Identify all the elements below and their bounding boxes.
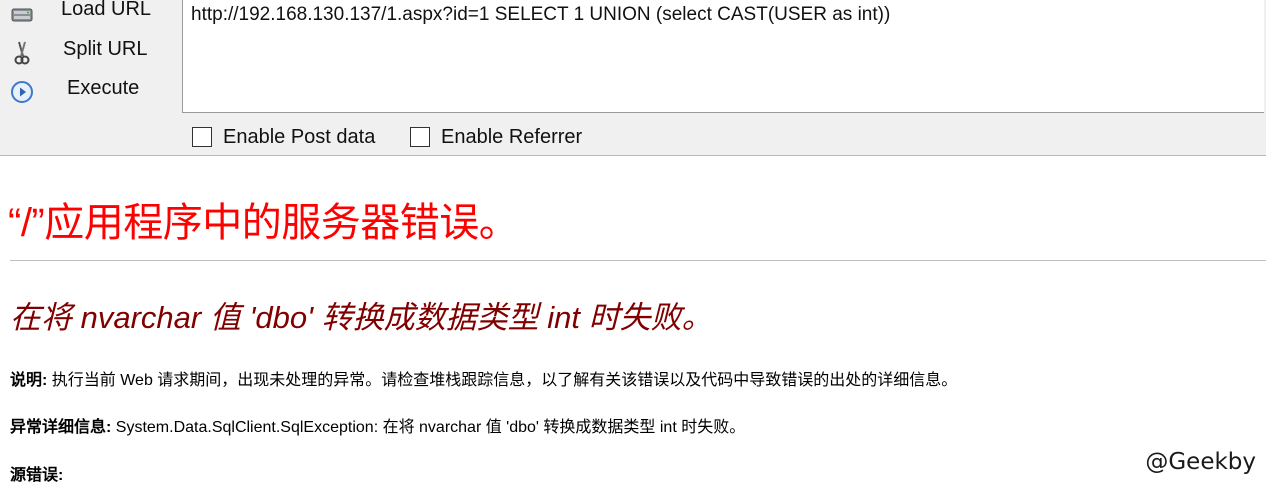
load-url-button[interactable]: Load URL bbox=[0, 0, 180, 30]
load-url-icon bbox=[9, 0, 35, 26]
url-value: http://192.168.130.137/1.aspx?id=1 SELEC… bbox=[191, 4, 891, 25]
play-icon bbox=[9, 79, 35, 105]
exception-details-paragraph: 异常详细信息: System.Data.SqlClient.SqlExcepti… bbox=[10, 413, 745, 437]
load-url-label: Load URL bbox=[61, 0, 152, 20]
hackbar-toolbar: Load URL Split URL Execute http://192.16… bbox=[0, 0, 1266, 156]
url-textarea[interactable]: http://192.168.130.137/1.aspx?id=1 SELEC… bbox=[182, 0, 1264, 113]
referrer-label: Enable Referrer bbox=[441, 126, 583, 148]
source-error-heading: 源错误: bbox=[10, 461, 63, 485]
execute-button[interactable]: Execute bbox=[0, 73, 180, 109]
source-error-label: 源错误: bbox=[10, 467, 64, 484]
description-paragraph: 说明: 执行当前 Web 请求期间，出现未处理的异常。请检查堆栈跟踪信息，以了解… bbox=[10, 366, 957, 390]
description-text: 执行当前 Web 请求期间，出现未处理的异常。请检查堆栈跟踪信息，以了解有关该错… bbox=[47, 372, 958, 389]
split-url-button[interactable]: Split URL bbox=[0, 34, 180, 70]
divider bbox=[10, 260, 1266, 261]
exception-label: 异常详细信息: bbox=[10, 419, 112, 436]
description-label: 说明: bbox=[10, 372, 48, 389]
post-data-checkbox-box[interactable] bbox=[192, 127, 212, 147]
execute-label: Execute bbox=[67, 77, 140, 99]
exception-text: System.Data.SqlClient.SqlException: 在将 n… bbox=[111, 419, 746, 436]
watermark: @Geekby bbox=[1145, 449, 1256, 475]
error-message-heading: 在将 nvarchar 值 'dbo' 转换成数据类型 int 时失败。 bbox=[10, 300, 713, 335]
hackbar-menu: Load URL Split URL Execute bbox=[0, 0, 182, 114]
split-url-label: Split URL bbox=[63, 38, 148, 60]
error-page-title: “/”应用程序中的服务器错误。 bbox=[8, 201, 519, 245]
referrer-checkbox-box[interactable] bbox=[410, 127, 430, 147]
scissors-icon bbox=[9, 40, 35, 66]
post-data-label: Enable Post data bbox=[223, 126, 376, 148]
